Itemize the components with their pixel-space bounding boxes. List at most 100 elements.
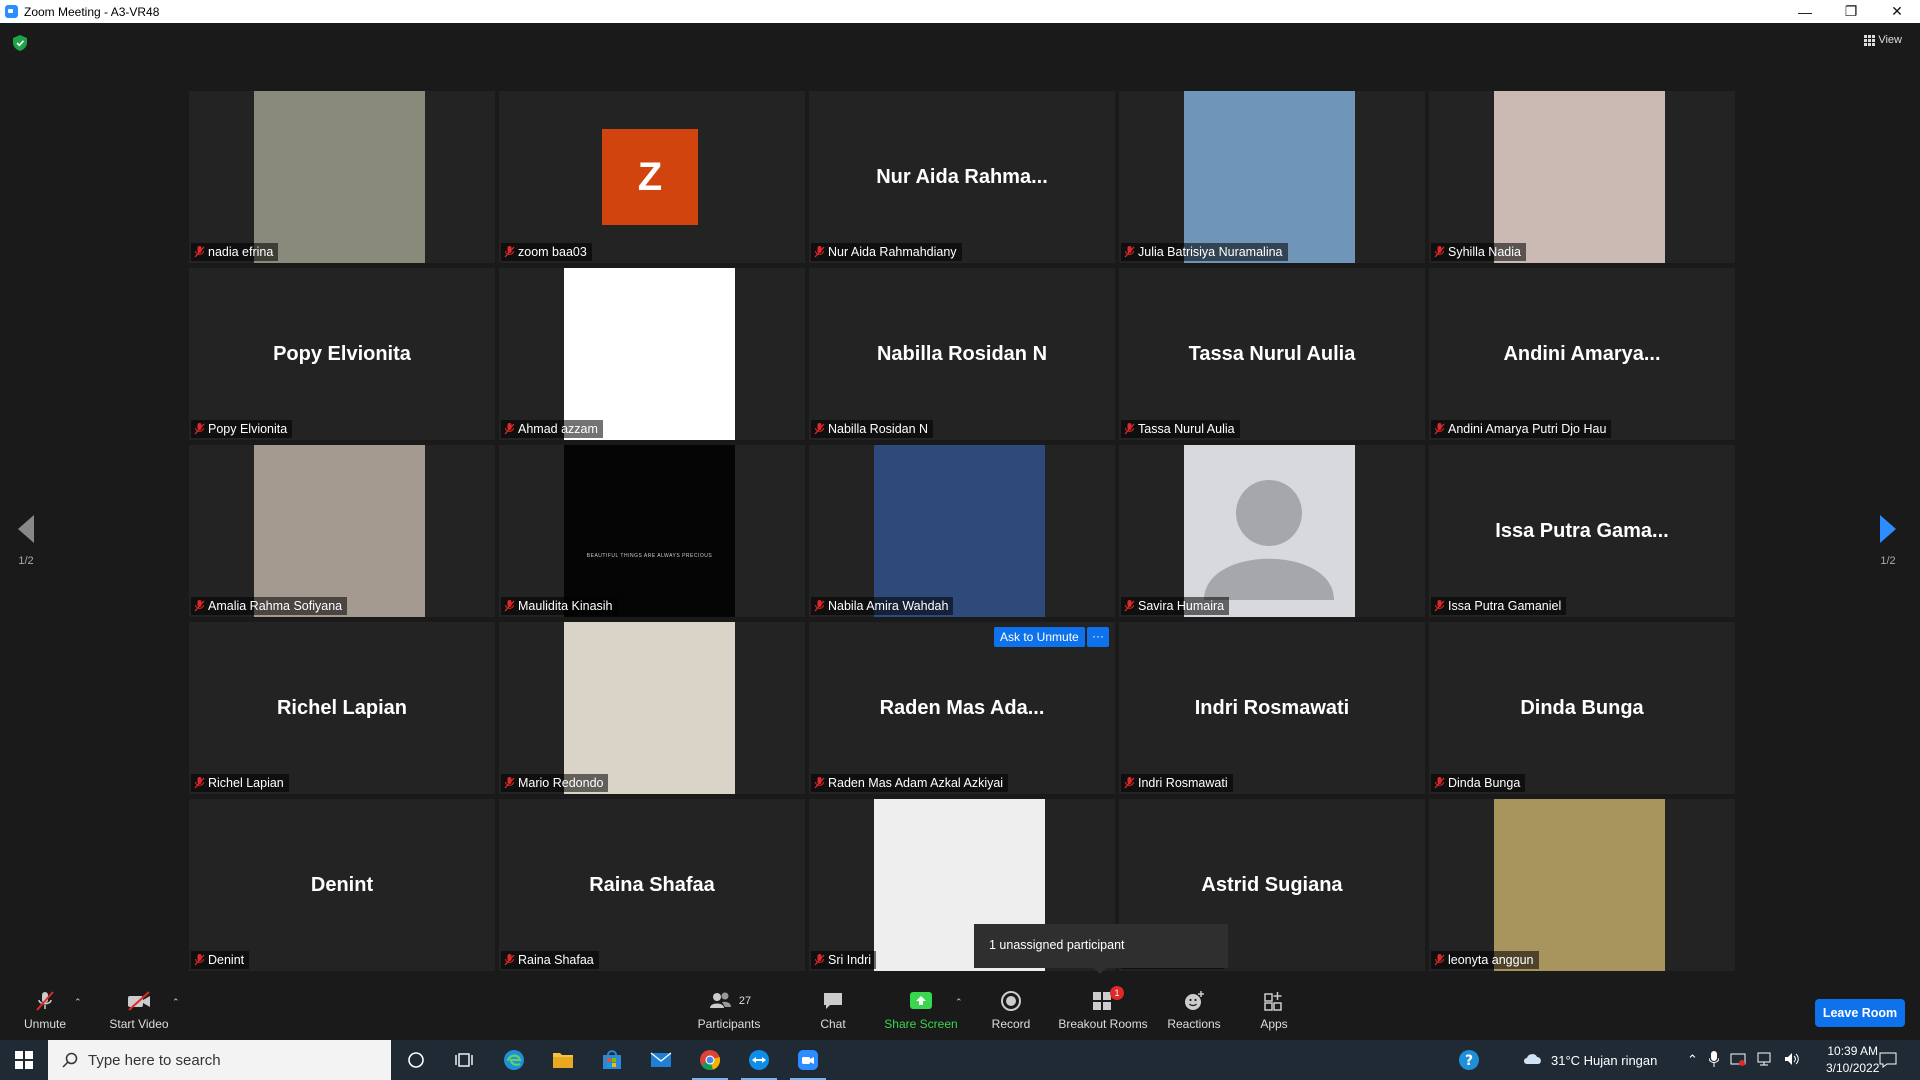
teamviewer-icon[interactable] [741, 1048, 777, 1080]
muted-mic-icon [194, 777, 205, 789]
video-off-icon [128, 991, 150, 1011]
participant-name: Ahmad azzam [518, 422, 598, 436]
edge-browser-icon[interactable] [502, 1048, 526, 1072]
taskbar-clock[interactable]: 10:39 AM 3/10/2022 [1826, 1043, 1879, 1077]
start-button[interactable] [0, 1040, 48, 1080]
taskbar-search-box[interactable]: Type here to search [48, 1040, 391, 1080]
grid-view-icon [1864, 35, 1876, 46]
restore-button[interactable]: ❐ [1828, 0, 1874, 23]
participant-name-tag: Mario Redondo [501, 774, 609, 792]
participant-tile[interactable]: Zzoom baa03 [499, 91, 805, 263]
help-icon[interactable]: ? [1457, 1048, 1481, 1072]
breakout-rooms-button[interactable]: 1 Breakout Rooms [1057, 986, 1149, 1031]
muted-mic-icon [1124, 246, 1135, 258]
video-options-caret-icon[interactable]: ⌃ [172, 997, 180, 1008]
network-icon[interactable] [1757, 1051, 1773, 1070]
muted-mic-icon [814, 954, 825, 966]
muted-mic-icon [504, 954, 515, 966]
participant-tile[interactable]: leonyta anggun [1429, 799, 1735, 971]
participant-tile[interactable]: Dinda Bunga Dinda Bunga [1429, 622, 1735, 794]
reactions-button[interactable]: Reactions [1167, 989, 1221, 1031]
audio-options-caret-icon[interactable]: ⌃ [74, 997, 82, 1008]
participant-tile[interactable]: Issa Putra Gama... Issa Putra Gamaniel [1429, 445, 1735, 617]
participant-name: Sri Indri [828, 953, 872, 967]
participant-tile[interactable]: Amalia Rahma Sofiyana [189, 445, 495, 617]
muted-mic-icon [814, 777, 825, 789]
microphone-tray-icon[interactable] [1708, 1050, 1720, 1070]
participant-name: Julia Batrisiya Nuramalina [1138, 245, 1283, 259]
more-options-button[interactable]: ··· [1087, 627, 1109, 647]
volume-icon[interactable] [1784, 1051, 1800, 1070]
participant-tile[interactable]: Savira Humaira [1119, 445, 1425, 617]
participant-name: Indri Rosmawati [1138, 776, 1228, 790]
participant-tile[interactable]: Ahmad azzam [499, 268, 805, 440]
participant-tile[interactable]: nadia efrina [189, 91, 495, 263]
leave-room-button[interactable]: Leave Room [1815, 999, 1905, 1027]
participant-tile[interactable]: Richel Lapian Richel Lapian [189, 622, 495, 794]
participant-tile[interactable]: Andini Amarya... Andini Amarya Putri Djo … [1429, 268, 1735, 440]
unmute-button[interactable]: Unmute [20, 989, 70, 1031]
mail-icon[interactable] [649, 1048, 673, 1072]
show-hidden-icons-icon[interactable]: ⌃ [1687, 1052, 1698, 1068]
participant-tile[interactable]: Julia Batrisiya Nuramalina [1119, 91, 1425, 263]
participant-name: leonyta anggun [1448, 953, 1534, 967]
participant-tile[interactable]: Mario Redondo [499, 622, 805, 794]
reactions-label: Reactions [1167, 1017, 1221, 1031]
participant-tile[interactable]: Nabilla Rosidan N Nabilla Rosidan N [809, 268, 1115, 440]
task-view-icon[interactable] [452, 1048, 476, 1072]
security-shield-icon[interactable] [13, 35, 27, 51]
arrow-right-icon [1880, 515, 1896, 543]
record-button[interactable]: Record [988, 989, 1034, 1031]
participants-button[interactable]: 27 Participants [695, 989, 763, 1031]
cortana-icon[interactable] [404, 1048, 428, 1072]
share-screen-label: Share Screen [884, 1017, 958, 1031]
muted-mic-icon [504, 246, 515, 258]
participant-grid: nadia efrina Zzoom baa03 Nur Aida Rahma...… [189, 91, 1735, 971]
window-titlebar: Zoom Meeting - A3-VR48 — ❐ ✕ [0, 0, 1920, 23]
participant-tile[interactable]: Tassa Nurul Aulia Tassa Nurul Aulia [1119, 268, 1425, 440]
muted-mic-icon [504, 777, 515, 789]
apps-button[interactable]: Apps [1257, 989, 1291, 1031]
participant-tile[interactable]: Indri Rosmawati Indri Rosmawati [1119, 622, 1425, 794]
participant-tile[interactable]: Nabila Amira Wahdah [809, 445, 1115, 617]
participant-tile[interactable]: Nur Aida Rahma... Nur Aida Rahmahdiany [809, 91, 1115, 263]
minimize-button[interactable]: — [1782, 0, 1828, 23]
system-tray: ⌃ [1687, 1040, 1800, 1080]
unassigned-participant-tooltip[interactable]: 1 unassigned participant [974, 924, 1228, 974]
chat-button[interactable]: Chat [813, 989, 853, 1031]
participant-tile[interactable]: BEAUTIFUL THINGS ARE ALWAYS PRECIOUS Maul… [499, 445, 805, 617]
notifications-icon[interactable] [1876, 1048, 1900, 1072]
view-button[interactable]: View [1864, 34, 1902, 46]
participant-tile[interactable]: Raden Mas Ada... Raden Mas Adam Azkal Azk… [809, 622, 1115, 794]
participant-tile[interactable]: Popy Elvionita Popy Elvionita [189, 268, 495, 440]
participant-profile-photo [564, 268, 735, 440]
muted-mic-icon [1124, 423, 1135, 435]
security-tray-icon[interactable] [1730, 1051, 1746, 1070]
participant-profile-photo [254, 445, 425, 617]
previous-page-button[interactable]: 1/2 [18, 515, 34, 567]
share-screen-button[interactable]: Share Screen [884, 989, 958, 1031]
next-page-button[interactable]: 1/2 [1880, 515, 1896, 567]
apps-label: Apps [1260, 1017, 1288, 1031]
participant-tile[interactable]: Denint Denint [189, 799, 495, 971]
participant-name-tag: Raden Mas Adam Azkal Azkiyai [811, 774, 1009, 792]
participant-tile[interactable]: Raina Shafaa Raina Shafaa [499, 799, 805, 971]
participant-name: Mario Redondo [518, 776, 604, 790]
chrome-icon[interactable] [692, 1048, 728, 1080]
weather-widget[interactable]: 31°C Hujan ringan [1522, 1040, 1657, 1080]
file-explorer-icon[interactable] [551, 1048, 575, 1072]
close-button[interactable]: ✕ [1874, 0, 1920, 23]
zoom-taskbar-icon[interactable] [790, 1048, 826, 1080]
microsoft-store-icon[interactable] [600, 1048, 624, 1072]
participant-display-name: Richel Lapian [276, 696, 408, 719]
start-video-button[interactable]: Start Video [106, 989, 172, 1031]
participant-name: Issa Putra Gamaniel [1448, 599, 1562, 613]
ask-to-unmute-button[interactable]: Ask to Unmute [994, 627, 1085, 647]
share-options-caret-icon[interactable]: ⌃ [955, 997, 963, 1008]
participant-display-name: Denint [310, 873, 374, 896]
participant-name-tag: Tassa Nurul Aulia [1121, 420, 1240, 438]
participant-name: Raina Shafaa [518, 953, 594, 967]
participant-display-name: Raina Shafaa [589, 873, 715, 896]
participant-name: Denint [208, 953, 245, 967]
participant-tile[interactable]: Syhilla Nadia [1429, 91, 1735, 263]
